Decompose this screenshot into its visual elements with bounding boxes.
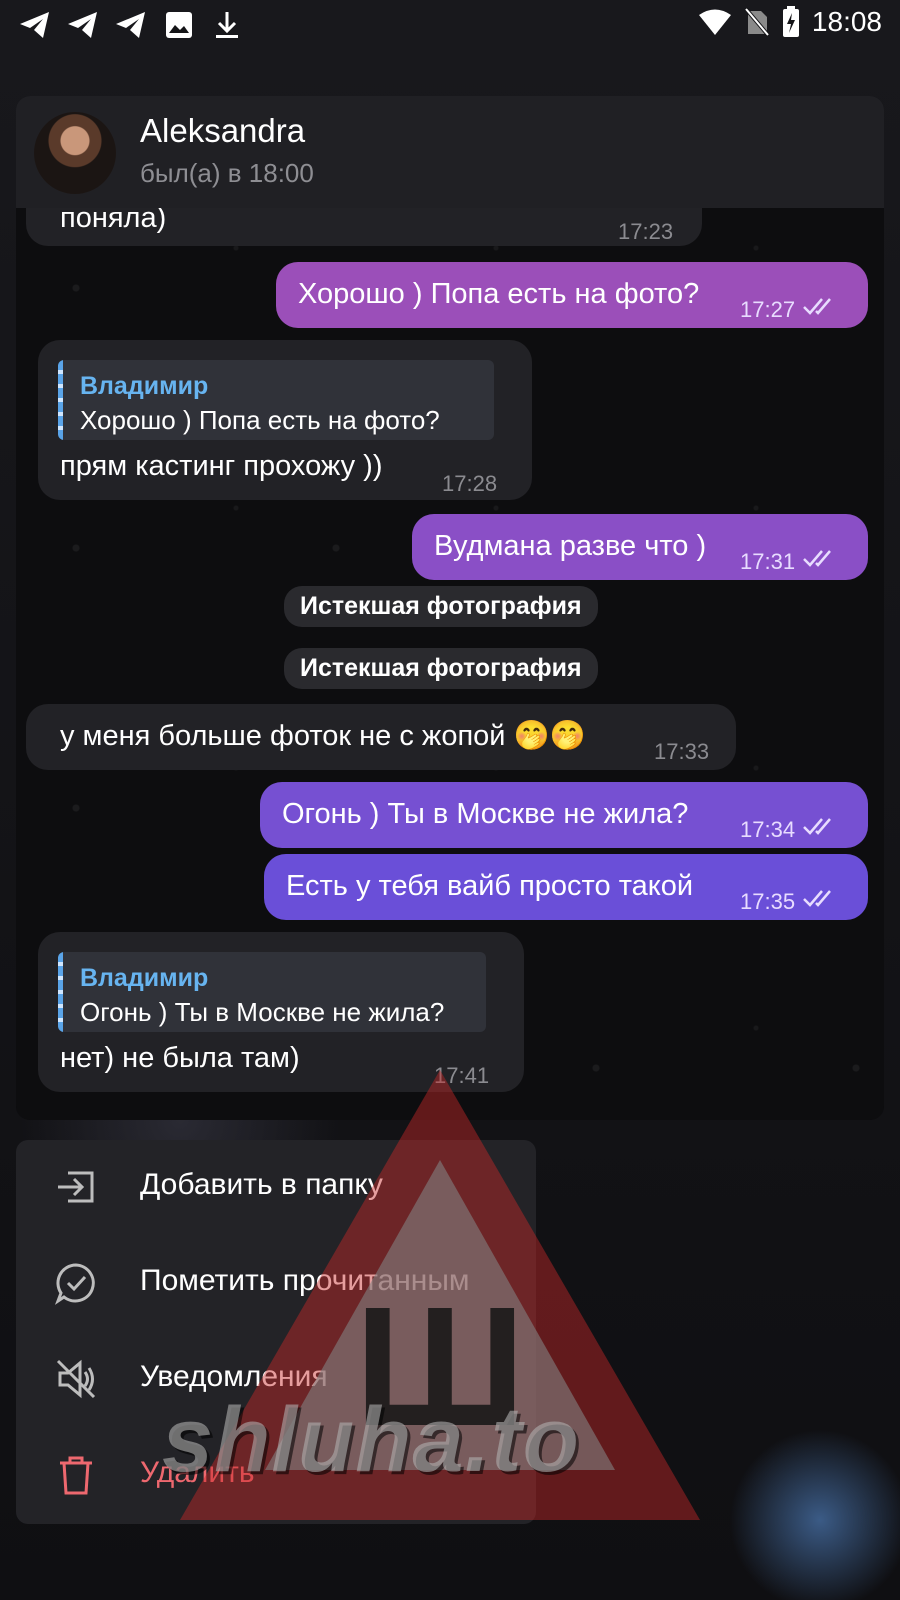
reply-text: Огонь ) Ты в Москве не жила? — [80, 997, 445, 1027]
double-check-icon — [803, 550, 831, 567]
status-bar: 18:08 — [0, 0, 900, 52]
trash-icon — [60, 1456, 92, 1495]
message-time: 17:27 — [740, 297, 796, 322]
message-time: 17:41 — [434, 1063, 490, 1088]
chat-check-icon — [54, 1263, 95, 1305]
incoming-message[interactable]: Владимир Огонь ) Ты в Москве не жила? не… — [38, 932, 524, 1092]
reply-quote[interactable]: Владимир Хорошо ) Попа есть на фото? — [58, 360, 494, 440]
reply-text: Хорошо ) Попа есть на фото? — [80, 405, 440, 435]
image-icon — [162, 8, 196, 42]
battery-charging-icon — [782, 6, 799, 37]
chat-header[interactable]: Aleksandra был(а) в 18:00 — [16, 96, 884, 208]
menu-item-add-to-folder[interactable]: Добавить в папку — [16, 1140, 536, 1234]
outgoing-message[interactable]: Хорошо ) Попа есть на фото? 17:27 — [276, 262, 868, 328]
reply-quote[interactable]: Владимир Огонь ) Ты в Москве не жила? — [58, 952, 486, 1032]
download-icon — [210, 8, 244, 42]
message-text: у меня больше фоток не с жопой 🤭🤭 — [60, 720, 586, 752]
folder-move-icon — [58, 1171, 94, 1203]
message-text: поняла) — [60, 208, 167, 234]
double-check-icon — [803, 890, 831, 907]
clock: 18:08 — [811, 6, 882, 37]
avatar[interactable] — [34, 112, 116, 194]
chat-preview[interactable]: Aleksandra был(а) в 18:00 поняла) 17:23 … — [16, 96, 884, 1120]
chat-messages[interactable]: поняла) 17:23 Хорошо ) Попа есть на фото… — [16, 208, 884, 1120]
telegram-icon — [114, 8, 148, 42]
message-text: нет) не была там) — [60, 1042, 300, 1074]
contact-last-seen: был(а) в 18:00 — [140, 158, 314, 188]
incoming-message[interactable]: поняла) 17:23 — [26, 208, 702, 246]
expired-photo-notice: Истекшая фотография — [284, 648, 598, 689]
outgoing-message[interactable]: Есть у тебя вайб просто такой 17:35 — [264, 854, 868, 920]
system-icons: 18:08 — [698, 6, 882, 38]
message-text: Вудмана разве что ) — [434, 530, 707, 562]
menu-item-label: Пометить прочитанным — [140, 1264, 470, 1297]
reply-author: Владимир — [80, 964, 209, 992]
expired-photo-notice: Истекшая фотография — [284, 586, 598, 627]
message-text: Хорошо ) Попа есть на фото? — [298, 278, 700, 310]
message-text: Огонь ) Ты в Москве не жила? — [282, 798, 689, 830]
message-time: 17:34 — [740, 817, 796, 842]
mute-icon — [56, 1359, 96, 1399]
incoming-message[interactable]: Владимир Хорошо ) Попа есть на фото? пря… — [38, 340, 532, 500]
message-time: 17:33 — [654, 739, 710, 764]
outgoing-message[interactable]: Вудмана разве что ) 17:31 — [412, 514, 868, 580]
telegram-icon — [66, 8, 100, 42]
wifi-icon — [698, 9, 731, 35]
double-check-icon — [803, 298, 831, 315]
message-text: прям кастинг прохожу )) — [60, 450, 383, 482]
watermark-text: shluha.to — [162, 1389, 580, 1491]
message-time: 17:28 — [442, 471, 498, 496]
notification-icons — [18, 8, 244, 42]
no-sim-icon — [744, 7, 770, 37]
contact-name: Aleksandra — [140, 112, 306, 149]
telegram-icon — [18, 8, 52, 42]
incoming-message[interactable]: у меня больше фоток не с жопой 🤭🤭 17:33 — [26, 704, 736, 770]
message-time: 17:31 — [740, 549, 796, 574]
message-time: 17:35 — [740, 889, 796, 914]
double-check-icon — [803, 818, 831, 835]
message-time: 17:23 — [618, 219, 674, 244]
menu-item-label: Добавить в папку — [140, 1168, 383, 1201]
outgoing-message[interactable]: Огонь ) Ты в Москве не жила? 17:34 — [260, 782, 868, 848]
menu-item-mark-read[interactable]: Пометить прочитанным — [16, 1236, 536, 1330]
reply-author: Владимир — [80, 372, 209, 400]
message-text: Есть у тебя вайб просто такой — [286, 870, 694, 902]
